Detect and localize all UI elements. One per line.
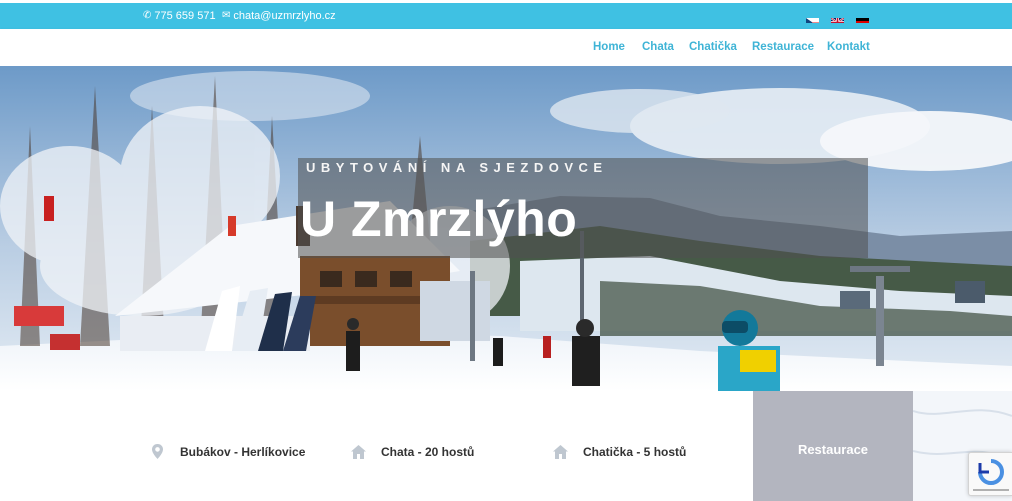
info-chaticka-label: Chatička - 5 hostů bbox=[583, 444, 687, 459]
flag-german-icon[interactable] bbox=[856, 14, 869, 23]
info-chata-label: Chata - 20 hostů bbox=[381, 444, 475, 459]
nav-daticka[interactable]: Chatička bbox=[689, 41, 737, 53]
envelope-icon: ✉ bbox=[222, 10, 231, 21]
main-navigation: Home Chata Chatička Restaurace Kontakt bbox=[0, 29, 1012, 66]
email-link[interactable]: ✉ chata@uzmrzlyho.cz bbox=[222, 10, 336, 22]
email-address: chata@uzmrzlyho.cz bbox=[233, 10, 336, 22]
map-pin-icon bbox=[152, 444, 163, 459]
restaurant-button-label: Restaurace bbox=[797, 442, 869, 457]
page: ✆ 775 659 571 ✉ chata@uzmrzlyho.cz Home … bbox=[0, 0, 1012, 501]
recaptcha-badge[interactable] bbox=[968, 452, 1012, 496]
info-chata: Chata - 20 hostů bbox=[350, 443, 474, 460]
flag-czech-icon[interactable] bbox=[806, 14, 819, 23]
hero-title: U Zmrzlýho bbox=[300, 191, 578, 247]
info-chaticka: Chatička - 5 hostů bbox=[552, 443, 686, 460]
nav-restaurace[interactable]: Restaurace bbox=[752, 41, 814, 53]
flag-english-icon[interactable] bbox=[831, 14, 844, 23]
phone-link[interactable]: ✆ 775 659 571 bbox=[143, 10, 216, 22]
home-icon bbox=[553, 445, 568, 459]
hero-subtitle: UBYTOVÁNÍ NA SJEZDOVCE bbox=[306, 160, 608, 175]
restaurant-button[interactable]: Restaurace bbox=[753, 391, 913, 501]
info-location: Bubákov - Herlíkovice bbox=[149, 443, 305, 460]
phone-icon: ✆ bbox=[143, 10, 152, 21]
info-location-label: Bubákov - Herlíkovice bbox=[180, 444, 306, 459]
recaptcha-icon bbox=[973, 459, 1009, 491]
nav-home[interactable]: Home bbox=[593, 41, 625, 53]
hero-banner: UBYTOVÁNÍ NA SJEZDOVCE U Zmrzlýho bbox=[0, 66, 1012, 391]
nav-kontakt[interactable]: Kontakt bbox=[827, 41, 870, 53]
nav-chata[interactable]: Chata bbox=[642, 41, 674, 53]
phone-number: 775 659 571 bbox=[154, 10, 216, 22]
home-icon bbox=[351, 445, 366, 459]
top-bar: ✆ 775 659 571 ✉ chata@uzmrzlyho.cz bbox=[0, 3, 1012, 29]
